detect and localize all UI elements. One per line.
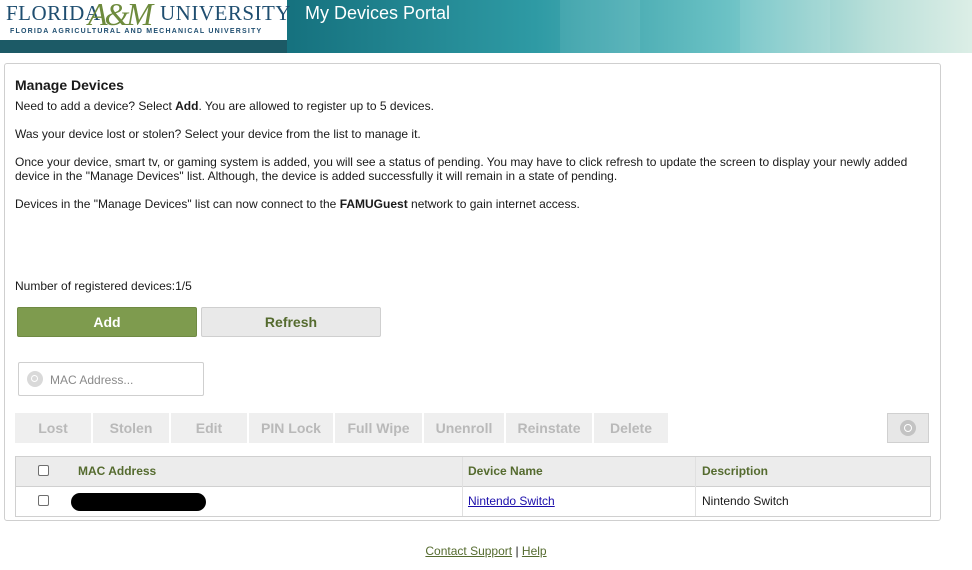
header-device-name[interactable]: Device Name bbox=[468, 457, 543, 486]
header-band bbox=[740, 0, 830, 53]
delete-button[interactable]: Delete bbox=[594, 413, 668, 443]
full-wipe-button[interactable]: Full Wipe bbox=[335, 413, 422, 443]
text: . You are allowed to register up to 5 de… bbox=[198, 99, 434, 113]
edit-button[interactable]: Edit bbox=[171, 413, 247, 443]
logo-word-florida: FLORIDA bbox=[6, 1, 101, 25]
text: Need to add a device? Select bbox=[15, 99, 176, 113]
registered-count: Number of registered devices:1/5 bbox=[15, 279, 192, 293]
text-bold: FAMUGuest bbox=[339, 197, 408, 211]
panel-title: Manage Devices bbox=[15, 77, 124, 93]
table-header: MAC Address Device Name Description bbox=[16, 457, 930, 487]
help-link[interactable]: Help bbox=[522, 544, 547, 558]
header-banner: FLORIDA A&M UNIVERSITY FLORIDA AGRICULTU… bbox=[0, 0, 972, 53]
redacted-mac-address bbox=[71, 493, 206, 511]
instructions-network: Devices in the "Manage Devices" list can… bbox=[15, 197, 925, 211]
instructions-add: Need to add a device? Select Add. You ar… bbox=[15, 99, 925, 113]
devices-table: MAC Address Device Name Description Nint… bbox=[15, 456, 931, 517]
instructions-pending: Once your device, smart tv, or gaming sy… bbox=[15, 155, 908, 183]
description-cell: Nintendo Switch bbox=[702, 494, 789, 508]
header-band bbox=[560, 0, 640, 53]
text: Devices in the "Manage Devices" list can… bbox=[15, 197, 340, 211]
row-checkbox[interactable] bbox=[38, 495, 49, 506]
table-row[interactable]: Nintendo Switch Nintendo Switch bbox=[16, 487, 930, 516]
mac-search-input[interactable] bbox=[48, 370, 202, 390]
device-name-cell: Nintendo Switch bbox=[468, 487, 555, 516]
unenroll-button[interactable]: Unenroll bbox=[424, 413, 504, 443]
settings-button[interactable] bbox=[887, 413, 929, 443]
search-icon bbox=[27, 371, 43, 387]
device-action-toolbar: Lost Stolen Edit PIN Lock Full Wipe Unen… bbox=[15, 413, 668, 443]
contact-support-link[interactable]: Contact Support bbox=[425, 544, 512, 558]
refresh-button[interactable]: Refresh bbox=[201, 307, 381, 337]
text-bold: Add bbox=[175, 99, 199, 113]
add-button[interactable]: Add bbox=[17, 307, 197, 337]
logo-bar bbox=[0, 40, 287, 53]
lost-button[interactable]: Lost bbox=[15, 413, 91, 443]
gear-icon bbox=[900, 420, 916, 436]
select-all-checkbox[interactable] bbox=[38, 465, 49, 476]
footer: Contact Support | Help bbox=[0, 544, 972, 558]
logo-word-university: UNIVERSITY bbox=[160, 1, 291, 25]
reinstate-button[interactable]: Reinstate bbox=[506, 413, 592, 443]
stolen-button[interactable]: Stolen bbox=[93, 413, 169, 443]
pin-lock-button[interactable]: PIN Lock bbox=[249, 413, 333, 443]
footer-separator: | bbox=[512, 544, 522, 558]
search-box bbox=[18, 362, 204, 396]
instructions-lost: Was your device lost or stolen? Select y… bbox=[15, 127, 421, 141]
page-title: My Devices Portal bbox=[305, 3, 451, 23]
text: network to gain internet access. bbox=[407, 197, 580, 211]
university-logo: FLORIDA A&M UNIVERSITY FLORIDA AGRICULTU… bbox=[0, 0, 291, 40]
logo-subtitle: FLORIDA AGRICULTURAL AND MECHANICAL UNIV… bbox=[10, 28, 263, 35]
header-mac-address[interactable]: MAC Address bbox=[78, 457, 156, 486]
device-name-link[interactable]: Nintendo Switch bbox=[468, 494, 555, 508]
manage-devices-panel: Manage Devices Need to add a device? Sel… bbox=[4, 63, 941, 521]
header-description[interactable]: Description bbox=[702, 457, 768, 486]
